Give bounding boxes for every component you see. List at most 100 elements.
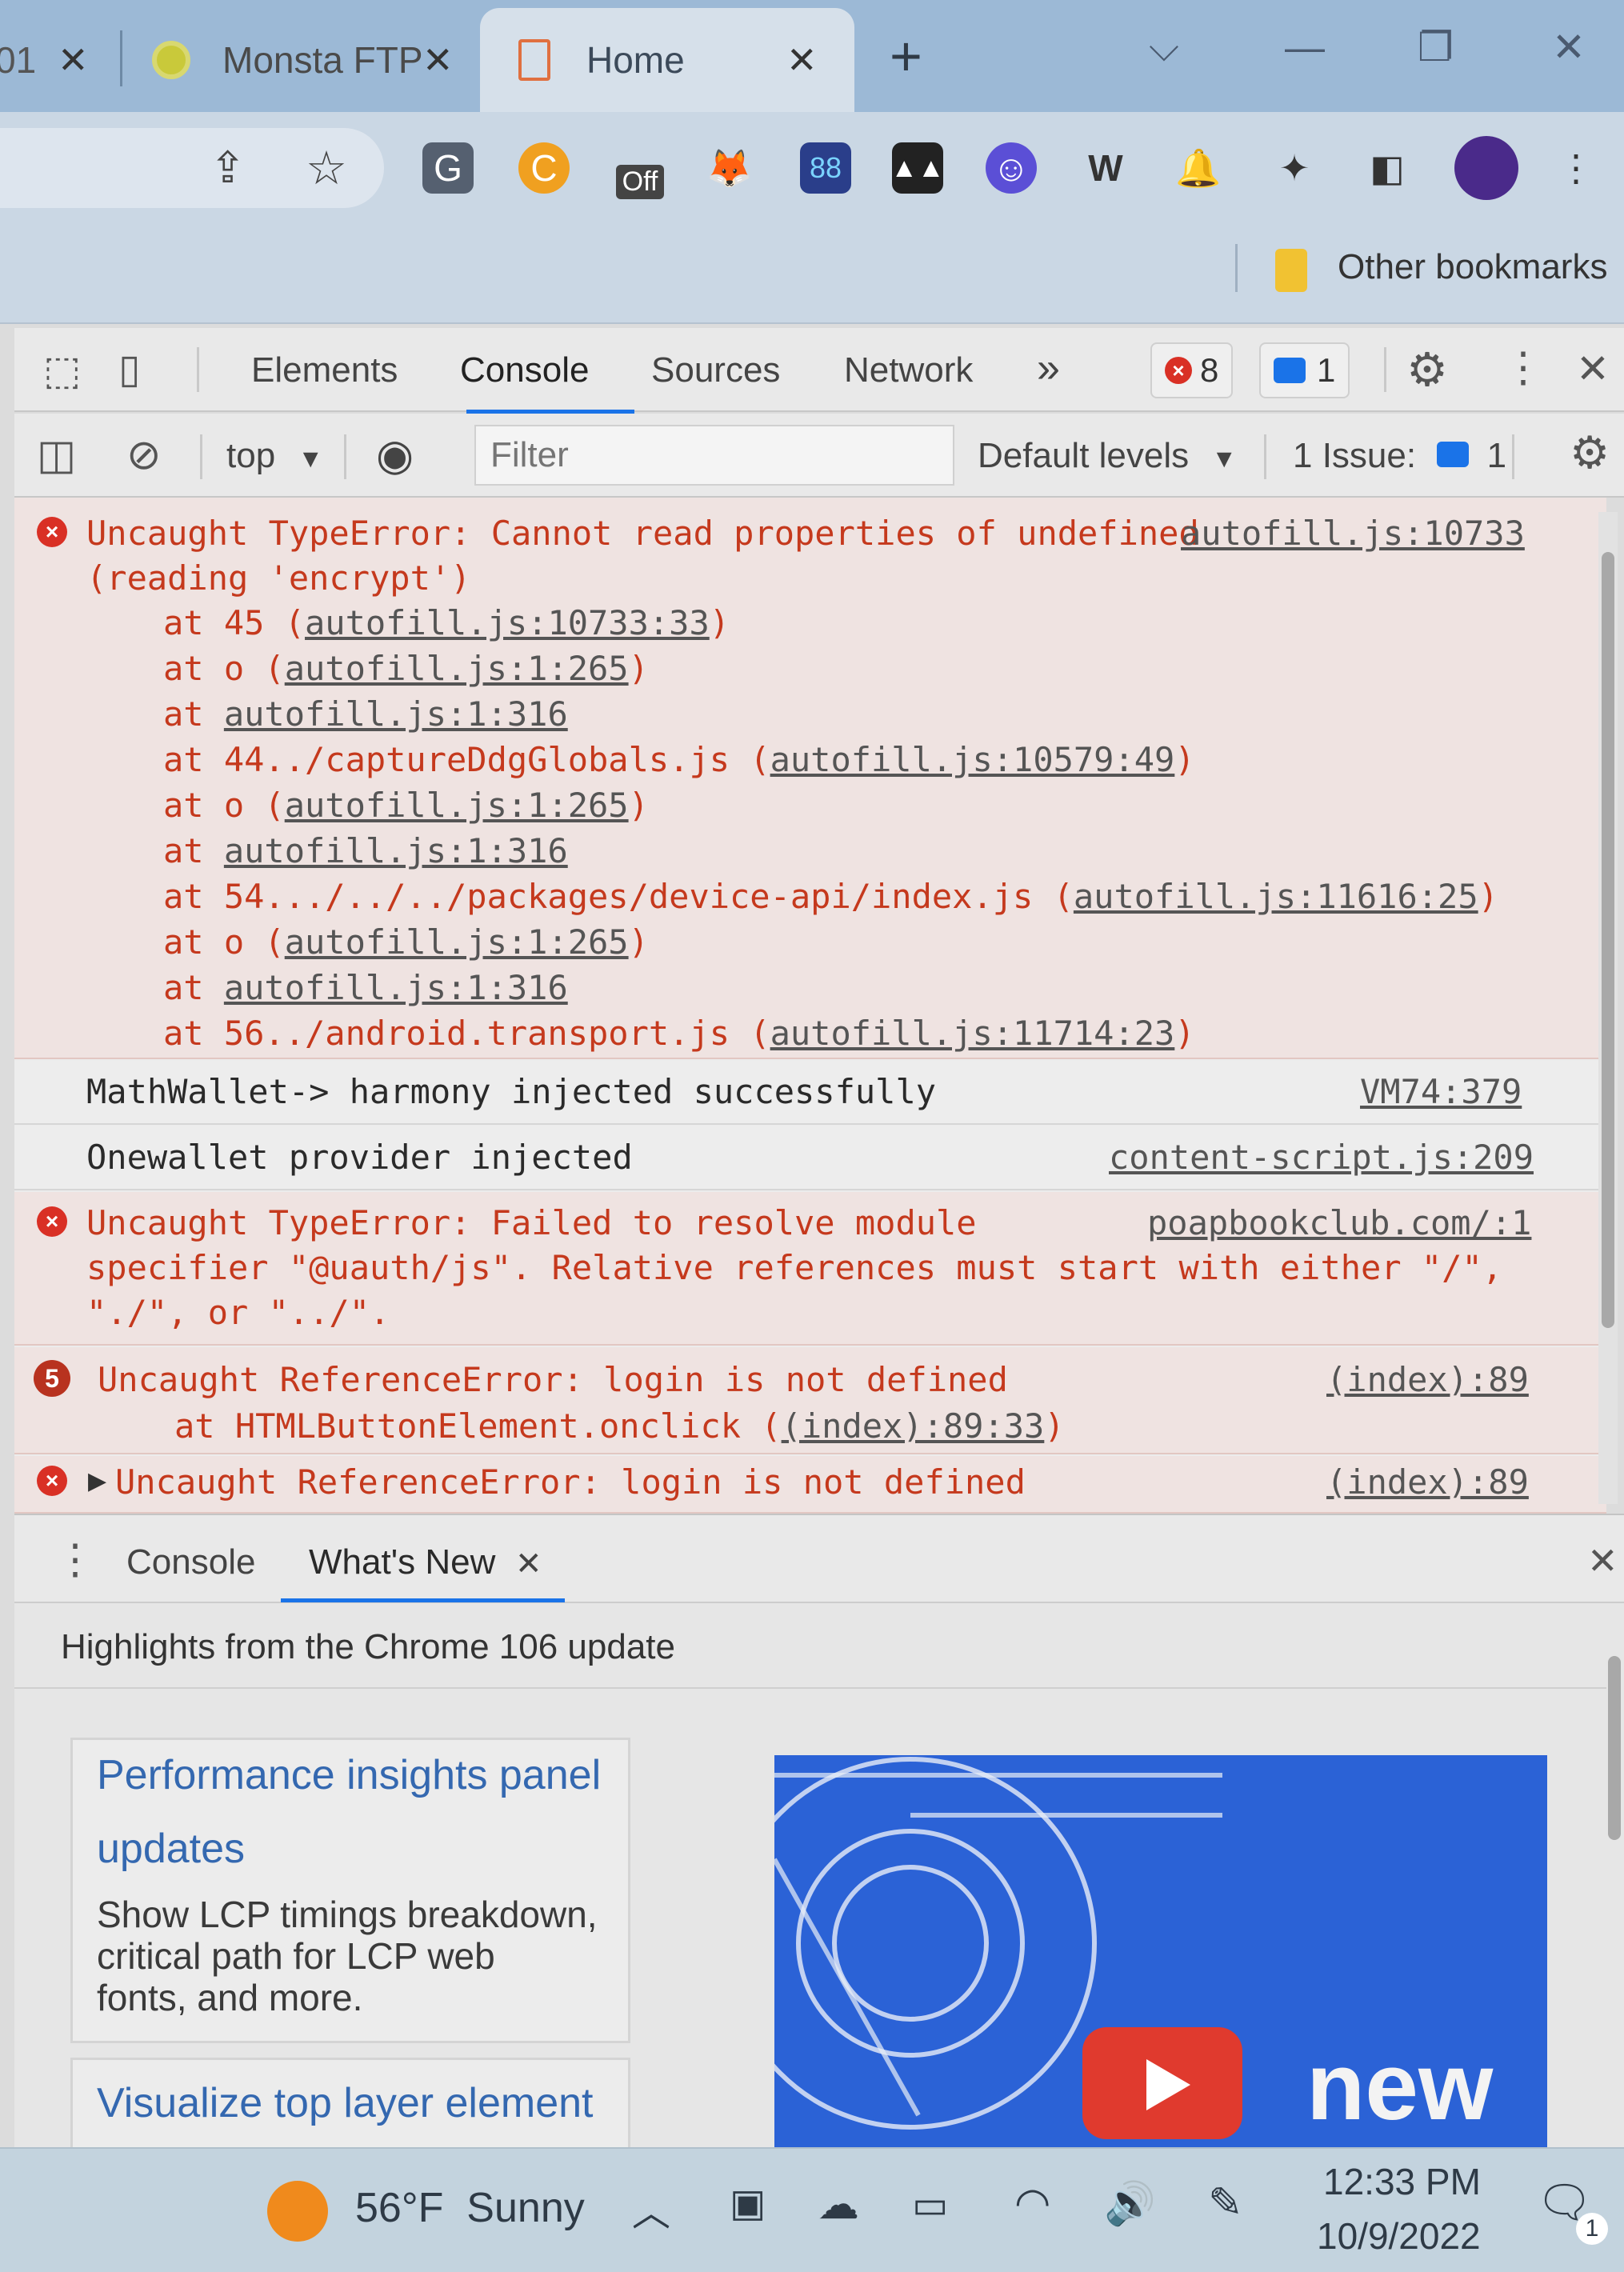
close-tab-icon[interactable]: ✕: [515, 1546, 542, 1582]
device-toolbar-icon[interactable]: ▯: [118, 346, 141, 392]
filter-input[interactable]: [474, 425, 954, 486]
play-icon: [1146, 2059, 1190, 2110]
volume-icon[interactable]: 🔊: [1104, 2179, 1156, 2228]
extensions-puzzle-icon[interactable]: ✦: [1269, 142, 1320, 194]
meet-now-icon[interactable]: ▣: [730, 2181, 766, 2226]
tab-console[interactable]: Console: [460, 350, 589, 390]
extension-gallery-icon[interactable]: G: [422, 142, 474, 194]
console-settings-gear-icon[interactable]: ⚙: [1570, 426, 1610, 479]
tab-title: 01: [0, 39, 37, 81]
live-expression-eye-icon[interactable]: ◉: [376, 430, 414, 480]
battery-icon[interactable]: ▭: [912, 2182, 948, 2227]
devtools-menu-icon[interactable]: ⋮: [1502, 344, 1544, 392]
tab-elements[interactable]: Elements: [251, 350, 398, 390]
tab-monsta-ftp[interactable]: Monsta FTP ✕: [128, 8, 472, 112]
tab-close-button[interactable]: ✕: [58, 38, 89, 82]
metamask-fox-icon[interactable]: 🦊: [704, 142, 755, 194]
restore-icon[interactable]: ❐: [1418, 24, 1454, 70]
share-icon[interactable]: ⇪: [210, 142, 246, 193]
stack-link[interactable]: autofill.js:1:316: [224, 968, 568, 1007]
new-tab-button[interactable]: +: [890, 24, 922, 88]
video-thumbnail[interactable]: new: [774, 1755, 1547, 2155]
settings-gear-icon[interactable]: ⚙: [1406, 342, 1448, 397]
wifi-icon[interactable]: ◠: [1014, 2179, 1050, 2227]
close-devtools-icon[interactable]: ✕: [1576, 346, 1610, 392]
source-link[interactable]: content-script.js:209: [1109, 1138, 1534, 1177]
weather-icon[interactable]: [267, 2181, 328, 2242]
drawer-scrollbar[interactable]: [1608, 1656, 1621, 1840]
onedrive-cloud-icon[interactable]: ☁: [818, 2181, 859, 2229]
tab-close-button[interactable]: ✕: [422, 38, 454, 82]
source-link[interactable]: VM74:379: [1360, 1072, 1522, 1111]
tab-close-button[interactable]: ✕: [786, 38, 818, 82]
drawer-tab-console[interactable]: Console: [126, 1542, 255, 1582]
extension-chat-icon[interactable]: ☺: [986, 142, 1037, 194]
card-title[interactable]: updates: [97, 1812, 245, 1886]
console-scrollbar-thumb[interactable]: [1602, 552, 1614, 1328]
extension-off-icon[interactable]: Off: [614, 142, 666, 199]
profile-avatar[interactable]: [1454, 136, 1518, 200]
sidebar-toggle-icon[interactable]: ◫: [37, 431, 76, 479]
side-panel-icon[interactable]: ◧: [1362, 142, 1413, 194]
inspect-element-icon[interactable]: ⬚: [43, 347, 81, 394]
omnibox[interactable]: ⇪ ☆: [0, 128, 384, 208]
close-window-icon[interactable]: ✕: [1552, 24, 1586, 70]
favicon-icon: [152, 41, 190, 79]
youtube-play-button[interactable]: [1082, 2027, 1242, 2139]
show-hidden-icons-icon[interactable]: ︿: [632, 2181, 670, 2237]
drawer-tab-whats-new[interactable]: What's New: [309, 1542, 495, 1582]
more-tabs-button[interactable]: »: [1037, 344, 1060, 392]
log-levels-dropdown[interactable]: Default levels ▼: [978, 436, 1237, 476]
error-count-badge[interactable]: × 8: [1150, 342, 1234, 398]
drawer-menu-icon[interactable]: ⋮: [54, 1536, 96, 1584]
stack-link[interactable]: autofill.js:1:265: [285, 649, 629, 688]
clock-time[interactable]: 12:33 PM: [1323, 2160, 1481, 2203]
issues-button[interactable]: 1 Issue: 1: [1293, 436, 1506, 476]
stack-link[interactable]: autofill.js:1:265: [285, 922, 629, 962]
message-count-badge[interactable]: 1: [1259, 342, 1350, 398]
clock-date[interactable]: 10/9/2022: [1317, 2214, 1481, 2258]
stack-link[interactable]: autofill.js:10733:33: [305, 603, 710, 642]
extension-mountain-icon[interactable]: ▲▲: [890, 142, 945, 194]
tab-search-icon[interactable]: ⌵: [1149, 24, 1179, 71]
source-link[interactable]: (index):89: [1326, 1462, 1529, 1502]
close-drawer-icon[interactable]: ✕: [1587, 1539, 1618, 1582]
extension-wallet-icon[interactable]: 88: [800, 142, 851, 194]
tab-home[interactable]: Home ✕: [480, 8, 854, 112]
tab-network[interactable]: Network: [844, 350, 973, 390]
source-link[interactable]: autofill.js:10733: [1181, 514, 1525, 553]
card-title[interactable]: Performance insights panel: [97, 1738, 601, 1812]
pen-icon[interactable]: ✎: [1208, 2179, 1243, 2227]
feature-card[interactable]: Performance insights panel updates Show …: [70, 1738, 630, 2043]
tab-sources[interactable]: Sources: [651, 350, 780, 390]
console-messages: × Uncaught TypeError: Cannot read proper…: [14, 498, 1606, 1514]
source-link[interactable]: poapbookclub.com/:1: [1147, 1203, 1531, 1242]
error-message-collapsed[interactable]: × ▶ Uncaught ReferenceError: login is no…: [14, 1456, 1606, 1514]
stack-link[interactable]: autofill.js:11616:25: [1074, 877, 1478, 916]
stack-link[interactable]: (index):89:33: [782, 1406, 1045, 1446]
card-title[interactable]: Visualize top layer element: [97, 2066, 594, 2140]
other-bookmarks[interactable]: Other bookmarks: [1338, 247, 1607, 287]
expand-triangle-icon[interactable]: ▶: [88, 1467, 106, 1495]
extension-coupon-icon[interactable]: C: [518, 142, 570, 194]
stack-link[interactable]: autofill.js:1:316: [224, 694, 568, 734]
browser-menu-icon[interactable]: ⋮: [1550, 142, 1602, 194]
off-badge: Off: [615, 164, 665, 199]
stack-link[interactable]: autofill.js:10579:49: [770, 740, 1175, 779]
tab-partial[interactable]: 01 ✕: [0, 8, 120, 112]
stack-link[interactable]: autofill.js:1:265: [285, 786, 629, 825]
weather-text[interactable]: 56°F Sunny: [355, 2184, 585, 2232]
extension-bell-icon[interactable]: 🔔: [1173, 142, 1224, 194]
stack-link[interactable]: autofill.js:11714:23: [770, 1014, 1175, 1053]
extension-logo-icon[interactable]: W: [1080, 142, 1131, 194]
stack-link[interactable]: autofill.js:1:316: [224, 831, 568, 870]
stack-frame: at 44../captureDdgGlobals.js (autofill.j…: [163, 740, 1195, 779]
bookmark-star-icon[interactable]: ☆: [306, 141, 347, 195]
active-tab-indicator: [281, 1598, 565, 1602]
context-selector[interactable]: top ▼: [226, 436, 323, 476]
source-link[interactable]: (index):89: [1326, 1360, 1529, 1399]
feature-card[interactable]: Visualize top layer element: [70, 2058, 630, 2154]
error-text: specifier "@uauth/js". Relative referenc…: [86, 1248, 1503, 1287]
clear-console-icon[interactable]: ⊘: [126, 431, 162, 479]
minimize-icon[interactable]: —: [1285, 24, 1325, 70]
